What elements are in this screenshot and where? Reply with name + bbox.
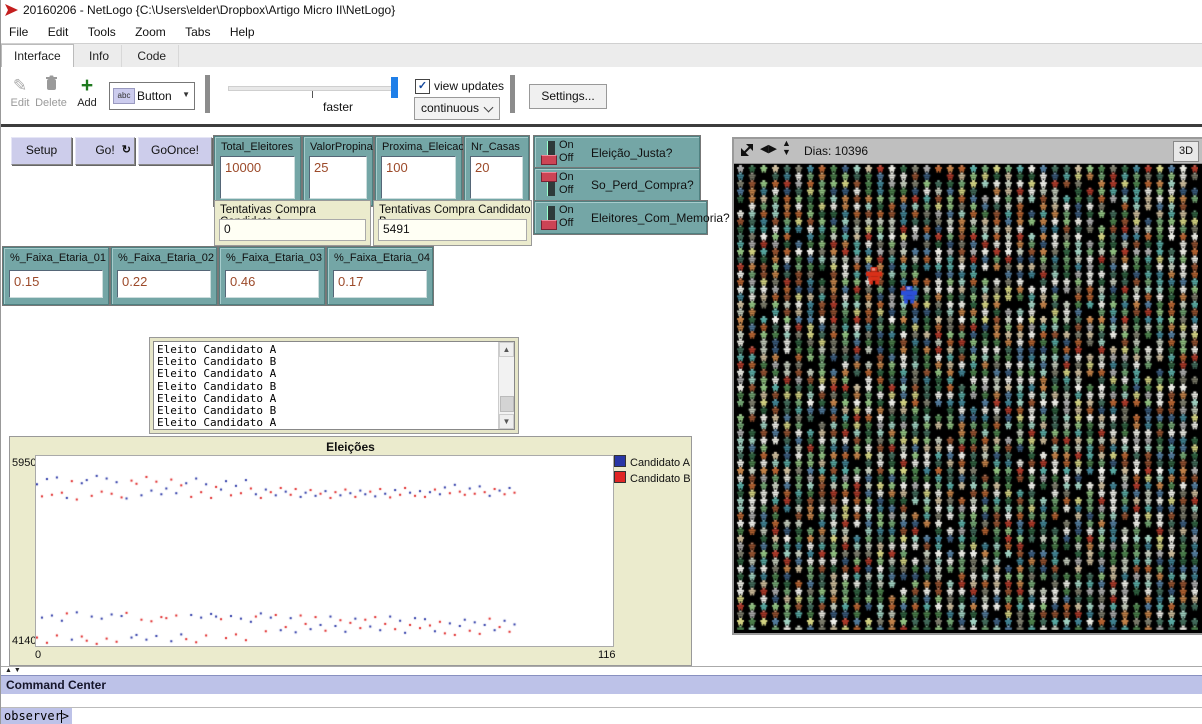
x-axis-max-label: 116: [598, 649, 616, 661]
interface-toolbar: ✎ Edit Delete + Add abc Button ▼ faster …: [1, 67, 1202, 127]
switch-so-perd-compra[interactable]: OnOff So_Perd_Compra?: [534, 168, 700, 201]
window-title: 20160206 - NetLogo {C:\Users\elder\Dropb…: [23, 3, 395, 17]
horizontal-arrows-icon[interactable]: ◀▶: [760, 142, 777, 155]
switch-eleicao-justa[interactable]: OnOff Eleição_Justa?: [534, 136, 700, 169]
menu-help[interactable]: Help: [222, 21, 263, 39]
view-updates-checkbox[interactable]: ✓: [415, 79, 430, 94]
tab-code[interactable]: Code: [125, 45, 179, 68]
monitor-value: 25: [309, 156, 367, 199]
tab-info[interactable]: Info: [77, 45, 122, 68]
monitor-total-eleitores: Total_Eleitores 10000: [214, 136, 301, 206]
delete-widget-button[interactable]: Delete: [34, 75, 68, 109]
widget-type-dropdown[interactable]: abc Button ▼: [109, 82, 195, 110]
text-cursor: [61, 710, 62, 723]
vertical-arrows-icon[interactable]: ▲▼: [782, 139, 791, 157]
menu-zoom[interactable]: Zoom: [127, 21, 174, 39]
monitor-value: 0: [219, 219, 366, 241]
monitor-faixa-etaria-01: %_Faixa_Etaria_01 0.15: [3, 247, 109, 305]
title-bar: 20160206 - NetLogo {C:\Users\elder\Dropb…: [1, 0, 1202, 20]
command-center-title: Command Center: [6, 678, 106, 692]
switch-knob[interactable]: [541, 155, 557, 165]
plot-title: Eleições: [10, 440, 691, 454]
edit-widget-button[interactable]: ✎ Edit: [3, 75, 37, 109]
output-scrollbar[interactable]: ▲ ▼: [498, 342, 514, 429]
view-updates-label: view updates: [434, 79, 504, 93]
plot-eleicoes: Eleições 5950 4140 0 116 Candidato A Can…: [9, 436, 692, 666]
3d-view-button[interactable]: 3D: [1173, 141, 1199, 162]
y-axis-max-label: 5950: [12, 457, 36, 469]
monitor-value: 5491: [378, 219, 527, 241]
legend-candidato-b: Candidato B: [614, 471, 691, 485]
menu-bar: File Edit Tools Zoom Tabs Help: [1, 21, 1202, 43]
output-area: Eleito Candidato AEleito Candidato BElei…: [153, 341, 515, 430]
menu-edit[interactable]: Edit: [40, 21, 77, 39]
update-mode-dropdown[interactable]: continuous: [414, 97, 500, 120]
command-line[interactable]: observer>: [1, 707, 1202, 724]
monitor-value: 10000: [220, 156, 295, 199]
pencil-icon: ✎: [3, 75, 37, 97]
plus-icon: +: [70, 75, 104, 97]
trash-icon: [34, 75, 68, 97]
world-view-header: ◀▶ ▲▼ Dias: 10396 3D: [734, 139, 1202, 164]
world-edit-icon[interactable]: [740, 143, 754, 160]
monitor-faixa-etaria-04: %_Faixa_Etaria_04 0.17: [327, 247, 433, 305]
menu-file[interactable]: File: [1, 21, 36, 39]
monitor-value: 20: [470, 156, 523, 199]
legend-color-swatch: [614, 455, 626, 467]
monitor-value: 0.22: [117, 270, 211, 298]
world-view: ◀▶ ▲▼ Dias: 10396 3D: [732, 137, 1202, 635]
menu-tabs[interactable]: Tabs: [177, 21, 218, 39]
monitor-faixa-etaria-03: %_Faixa_Etaria_03 0.46: [219, 247, 325, 305]
switch-eleitores-com-memoria[interactable]: OnOff Eleitores_Com_Memoria?: [534, 201, 707, 234]
world-view-canvas: [734, 164, 1198, 630]
abc-widget-icon: abc: [113, 88, 135, 104]
output-widget: Eleito Candidato AEleito Candidato BElei…: [149, 337, 519, 434]
scroll-down-icon[interactable]: ▼: [499, 414, 514, 429]
monitor-value: 0.46: [225, 270, 319, 298]
tab-bar: Interface Info Code: [1, 43, 1202, 68]
toolbar-separator: [510, 75, 515, 113]
monitor-value: 0.17: [333, 270, 427, 298]
y-axis-min-label: 4140: [12, 635, 36, 647]
legend-candidato-a: Candidato A: [614, 455, 690, 469]
x-axis-min-label: 0: [35, 649, 41, 661]
speed-slider-tick: [312, 91, 313, 98]
plot-canvas: [35, 455, 614, 647]
chevron-down-icon: ▼: [182, 90, 190, 99]
tick-counter: Dias: 10396: [804, 144, 868, 158]
legend-color-swatch: [614, 471, 626, 483]
netlogo-logo-icon: [5, 3, 19, 20]
monitor-tentativas-b: Tentativas Compra Candidato B 5491: [373, 200, 532, 246]
speed-slider-label: faster: [323, 100, 353, 114]
go-once-button[interactable]: GoOnce!: [138, 137, 212, 165]
monitor-nr-casas: Nr_Casas 20: [464, 136, 529, 206]
toolbar-separator: [205, 75, 210, 113]
splitter-arrows-icon: ▲▼: [5, 667, 23, 674]
setup-button[interactable]: Setup: [11, 137, 72, 165]
speed-slider-handle[interactable]: [391, 77, 398, 98]
switch-knob[interactable]: [541, 172, 557, 182]
forever-loop-icon: ↻: [122, 138, 131, 163]
monitor-faixa-etaria-02: %_Faixa_Etaria_02 0.22: [111, 247, 217, 305]
add-widget-button[interactable]: + Add: [70, 75, 104, 109]
chevron-down-icon: [484, 103, 494, 113]
monitor-tentativas-a: Tentativas Compra Candidato A 0: [214, 200, 371, 246]
scrollbar-thumb[interactable]: [500, 396, 514, 412]
monitor-value: 0.15: [9, 270, 103, 298]
monitor-value: 100: [381, 156, 456, 199]
netlogo-window: 20160206 - NetLogo {C:\Users\elder\Dropb…: [0, 0, 1202, 724]
scroll-up-icon[interactable]: ▲: [499, 342, 514, 357]
switch-knob[interactable]: [541, 220, 557, 230]
go-forever-button[interactable]: Go! ↻: [75, 137, 135, 165]
command-center-header: Command Center: [1, 675, 1202, 696]
output-text: Eleito Candidato AEleito Candidato BElei…: [157, 344, 276, 429]
monitor-valorpropina: ValorPropina 25: [303, 136, 373, 206]
tab-interface[interactable]: Interface: [1, 44, 74, 68]
monitor-proxima-eleicao: Proxima_Eleicao 100: [375, 136, 462, 206]
settings-button[interactable]: Settings...: [529, 84, 607, 109]
menu-tools[interactable]: Tools: [80, 21, 124, 39]
